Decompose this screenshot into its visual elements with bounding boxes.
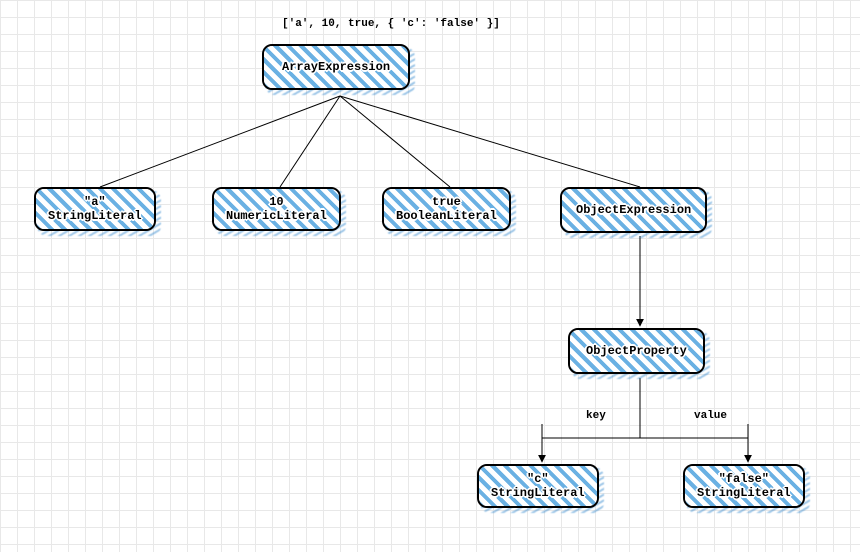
node-value: "c" (491, 472, 585, 486)
node-value: 10 (226, 195, 327, 209)
node-label: ArrayExpression (282, 60, 390, 74)
node-label: ObjectExpression (576, 203, 691, 217)
edge-label-value: value (694, 410, 727, 422)
node-label: ObjectProperty (586, 344, 687, 358)
node-numeric-10: 10 NumericLiteral (212, 187, 341, 231)
node-type: StringLiteral (491, 486, 585, 500)
node-type: BooleanLiteral (396, 209, 497, 223)
node-boolean-true: true BooleanLiteral (382, 187, 511, 231)
node-type: StringLiteral (697, 486, 791, 500)
edge-label-key: key (586, 410, 606, 422)
node-value: true (396, 195, 497, 209)
node-value-false: "false" StringLiteral (683, 464, 805, 508)
node-value: "a" (48, 195, 142, 209)
node-string-a: "a" StringLiteral (34, 187, 156, 231)
node-array-expression: ArrayExpression (262, 44, 410, 90)
node-key-c: "c" StringLiteral (477, 464, 599, 508)
node-type: StringLiteral (48, 209, 142, 223)
node-value: "false" (697, 472, 791, 486)
diagram-title: ['a', 10, true, { 'c': 'false' }] (282, 18, 500, 30)
node-type: NumericLiteral (226, 209, 327, 223)
node-object-property: ObjectProperty (568, 328, 705, 374)
node-object-expression: ObjectExpression (560, 187, 707, 233)
